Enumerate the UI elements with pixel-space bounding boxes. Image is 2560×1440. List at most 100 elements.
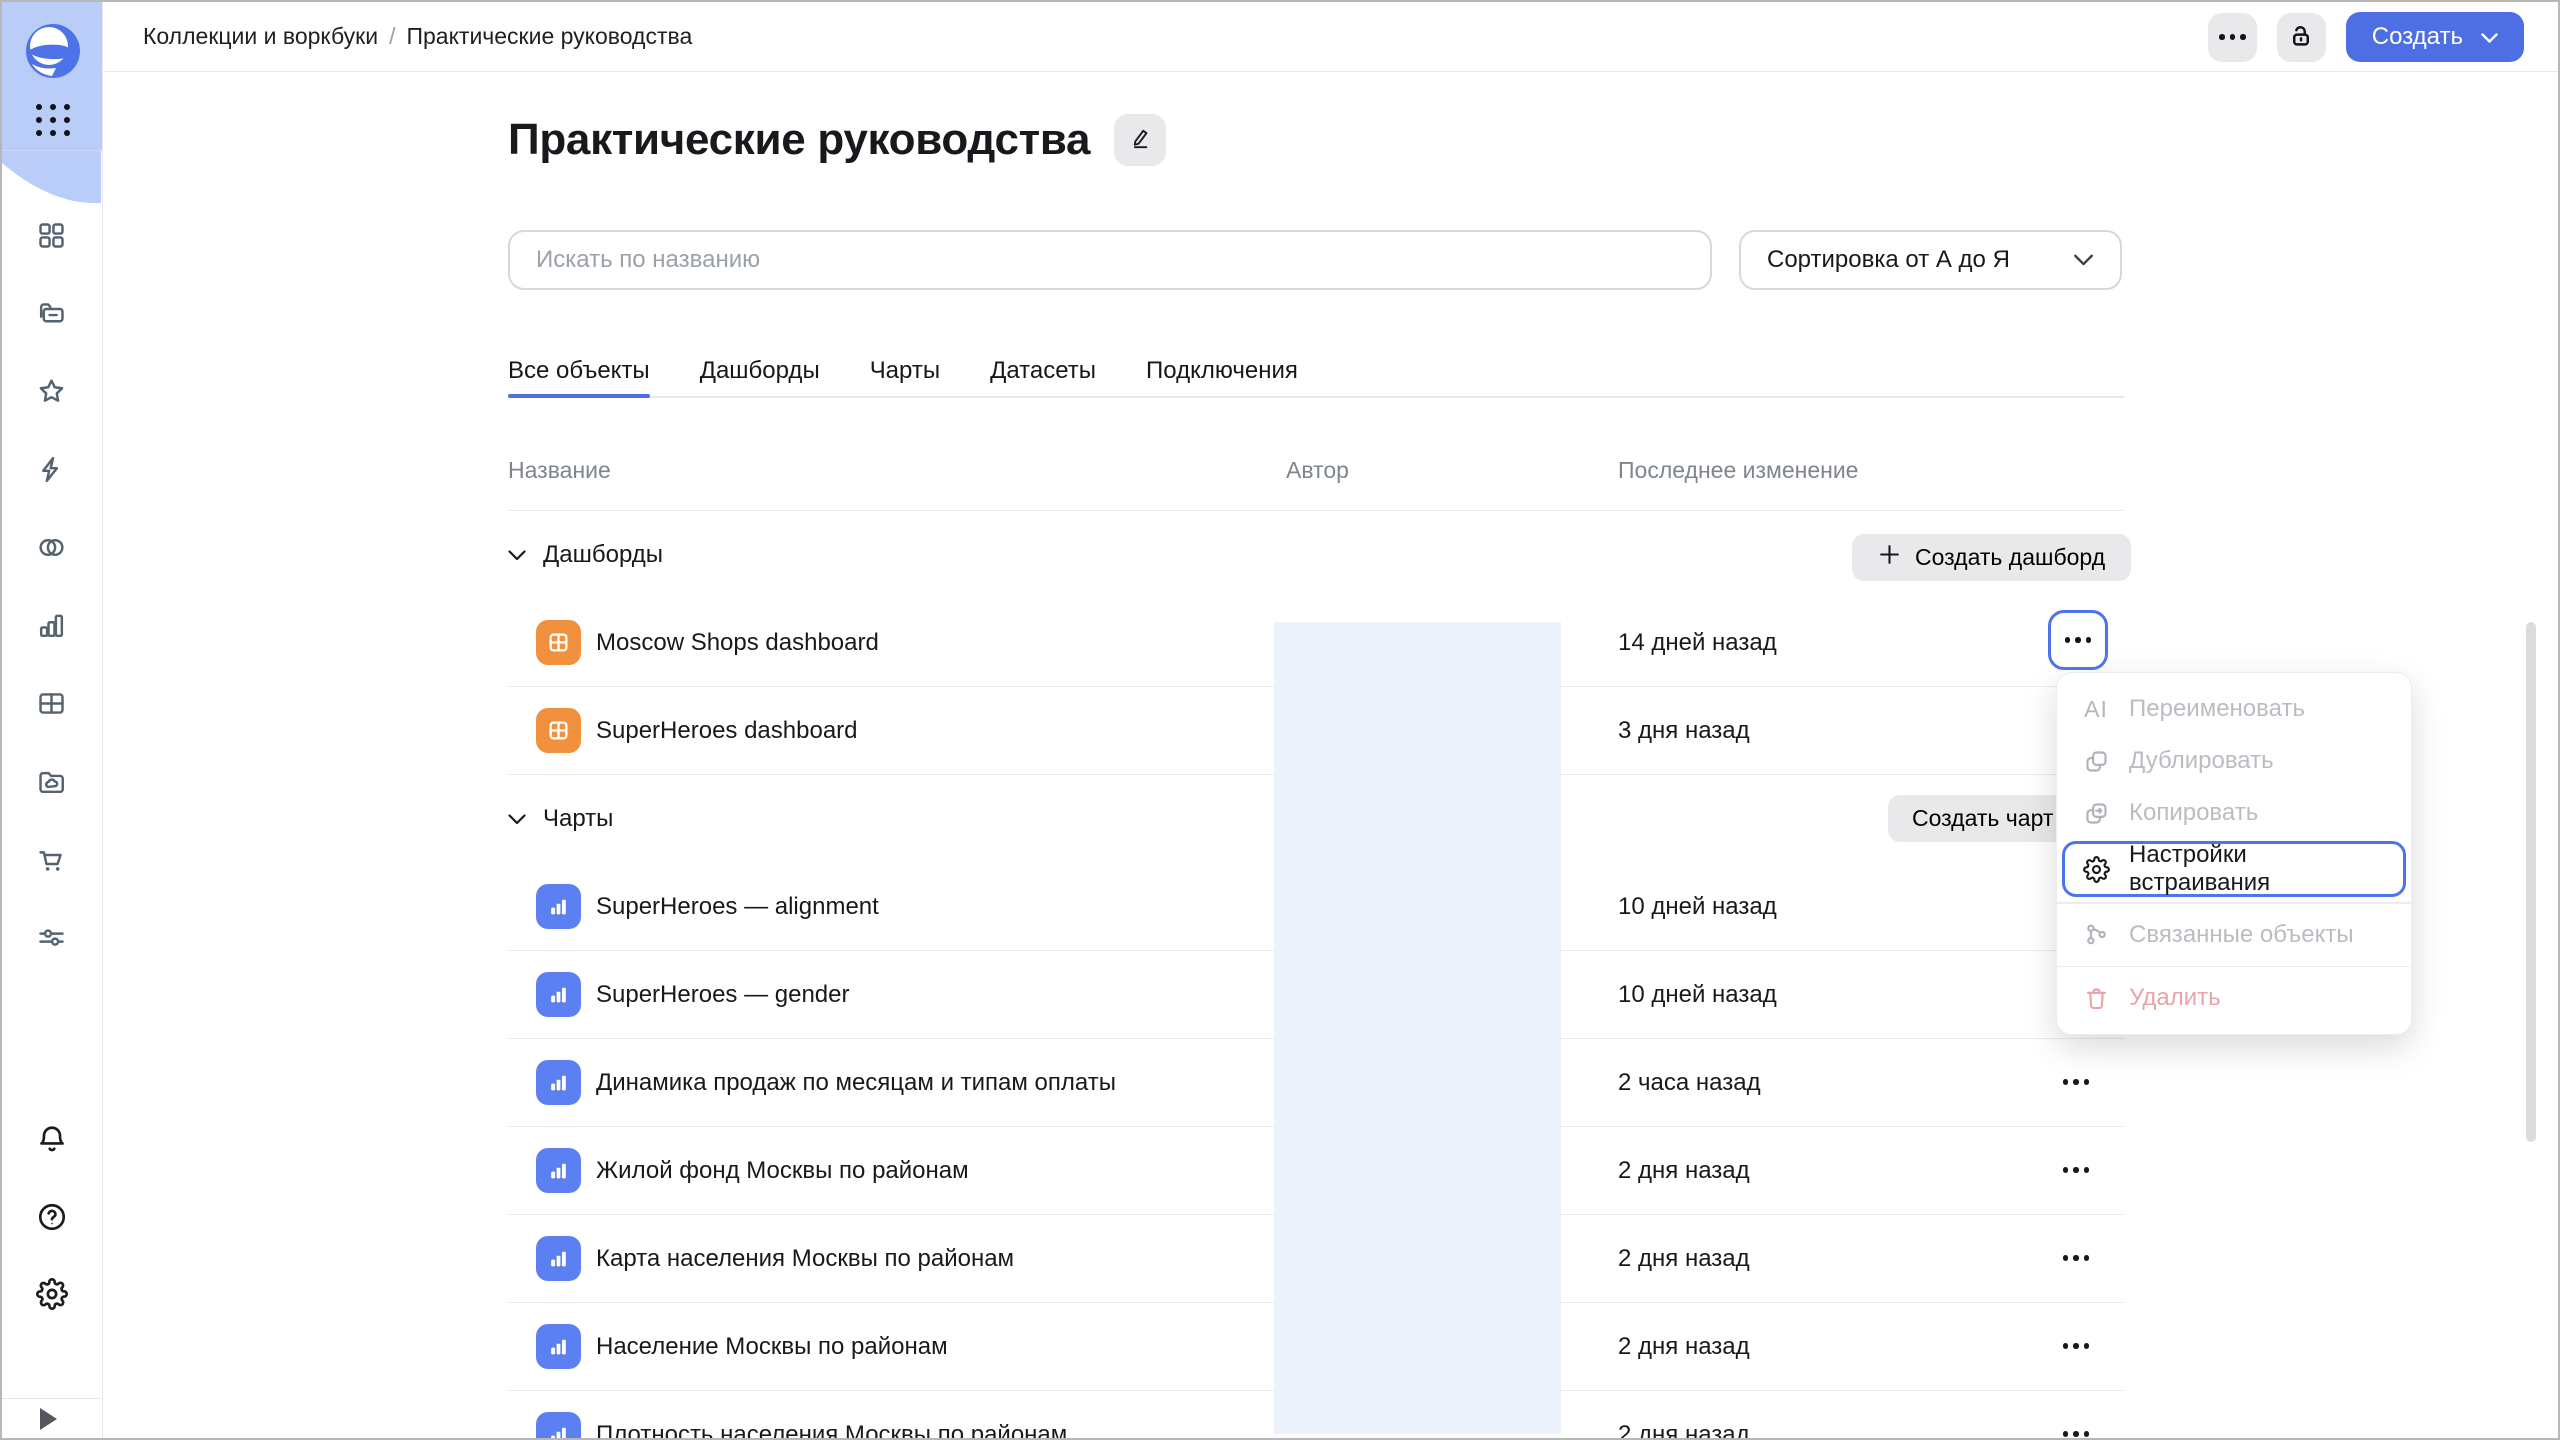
row-actions-button[interactable] xyxy=(2046,1316,2106,1376)
gear-icon[interactable] xyxy=(36,1278,68,1315)
help-icon[interactable] xyxy=(36,1201,68,1238)
tab-all-objects[interactable]: Все объекты xyxy=(508,346,650,396)
trash-icon xyxy=(2081,985,2111,1012)
menu-item-copy[interactable]: Копировать xyxy=(2057,787,2411,839)
create-button-label: Создать xyxy=(2372,23,2463,51)
chart-icon xyxy=(536,1412,581,1440)
chart-icon xyxy=(536,1148,581,1193)
last-modified: 14 дней назад xyxy=(1618,629,1777,657)
logo-wave-shape xyxy=(2,151,101,207)
breadcrumb-parent-link[interactable]: Коллекции и воркбуки xyxy=(143,23,378,50)
plus-icon xyxy=(1878,543,1901,572)
bar-chart-icon[interactable] xyxy=(36,610,67,646)
menu-item-label: Настройки встраивания xyxy=(2129,841,2386,897)
lightning-icon[interactable] xyxy=(36,454,67,490)
chevron-down-icon xyxy=(2481,23,2498,51)
row-actions-button[interactable] xyxy=(2046,1140,2106,1200)
page-title: Практические руководства xyxy=(508,115,1090,165)
menu-item-label: Дублировать xyxy=(2129,747,2274,775)
sort-select-value: Сортировка от А до Я xyxy=(1767,246,2010,274)
chart-icon xyxy=(536,1236,581,1281)
object-name[interactable]: Плотность населения Москвы по районам xyxy=(596,1421,1067,1440)
tab-charts[interactable]: Чарты xyxy=(870,346,940,396)
row-actions-button[interactable] xyxy=(2046,1052,2106,1112)
section-label: Дашборды xyxy=(543,541,663,569)
cloud-folder-icon[interactable] xyxy=(36,766,67,802)
more-actions-button[interactable] xyxy=(2208,13,2257,62)
create-chart-label: Создать чарт xyxy=(1912,805,2053,832)
section-dashboards[interactable]: Дашборды Создать дашборд xyxy=(508,511,2124,599)
collections-icon[interactable] xyxy=(36,298,67,334)
last-modified: 2 дня назад xyxy=(1618,1157,1750,1185)
last-modified: 2 часа назад xyxy=(1618,1069,1761,1097)
gear-icon xyxy=(2082,856,2111,883)
column-header-modified[interactable]: Последнее изменение xyxy=(1618,457,1858,484)
object-name[interactable]: Динамика продаж по месяцам и типам оплат… xyxy=(596,1069,1116,1097)
menu-item-label: Переименовать xyxy=(2129,695,2305,723)
object-name[interactable]: SuperHeroes — gender xyxy=(596,981,849,1009)
access-lock-button[interactable] xyxy=(2277,13,2326,62)
scrollbar-thumb[interactable] xyxy=(2526,622,2536,1142)
title-row: Практические руководства xyxy=(508,114,1166,166)
section-label: Чарты xyxy=(543,805,613,833)
chart-icon xyxy=(536,1060,581,1105)
edit-pencil-icon xyxy=(1128,126,1153,154)
datalens-logo[interactable] xyxy=(26,24,80,78)
menu-item-embed-settings[interactable]: Настройки встраивания xyxy=(2062,841,2406,897)
menu-item-related-objects[interactable]: Связанные объекты xyxy=(2057,909,2411,961)
table-icon[interactable] xyxy=(36,688,67,724)
chart-icon xyxy=(536,1324,581,1369)
create-dashboard-button[interactable]: Создать дашборд xyxy=(1852,534,2131,581)
menu-separator xyxy=(2057,966,2411,968)
object-name[interactable]: SuperHeroes dashboard xyxy=(596,717,858,745)
tab-datasets[interactable]: Датасеты xyxy=(990,346,1096,396)
row-actions-button-focused[interactable] xyxy=(2048,610,2108,670)
last-modified: 10 дней назад xyxy=(1618,893,1777,921)
object-name[interactable]: Жилой фонд Москвы по районам xyxy=(596,1157,969,1185)
object-name[interactable]: Moscow Shops dashboard xyxy=(596,629,879,657)
copy-icon xyxy=(2081,800,2111,827)
menu-item-label: Связанные объекты xyxy=(2129,921,2354,949)
expand-arrow-icon xyxy=(40,1408,57,1430)
object-name[interactable]: Карта населения Москвы по районам xyxy=(596,1245,1014,1273)
star-icon[interactable] xyxy=(36,376,67,412)
sliders-icon[interactable] xyxy=(36,922,67,958)
menu-item-label: Удалить xyxy=(2129,984,2221,1012)
chart-icon xyxy=(536,884,581,929)
column-header-name[interactable]: Название xyxy=(508,457,611,484)
last-modified: 10 дней назад xyxy=(1618,981,1777,1009)
cart-icon[interactable] xyxy=(36,844,67,880)
column-header-author[interactable]: Автор xyxy=(1286,457,1349,484)
tab-dashboards[interactable]: Дашборды xyxy=(700,346,820,396)
row-actions-button[interactable] xyxy=(2046,1228,2106,1288)
create-button[interactable]: Создать xyxy=(2346,12,2524,62)
grid-icon[interactable] xyxy=(36,220,67,256)
sidebar xyxy=(2,2,103,1438)
object-name[interactable]: SuperHeroes — alignment xyxy=(596,893,879,921)
circles-icon[interactable] xyxy=(36,532,67,568)
search-input[interactable] xyxy=(508,230,1712,290)
chart-icon xyxy=(536,972,581,1017)
author-column-overlay xyxy=(1274,622,1561,1434)
sidebar-bottom-nav xyxy=(2,1124,101,1315)
sidebar-expand-bar[interactable] xyxy=(2,1398,101,1438)
logo-area xyxy=(2,2,102,151)
edit-title-button[interactable] xyxy=(1114,114,1166,166)
unlock-icon xyxy=(2287,22,2315,53)
menu-item-delete[interactable]: Удалить xyxy=(2057,972,2411,1024)
topbar: Коллекции и воркбуки / Практические руко… xyxy=(103,2,2558,72)
bell-icon[interactable] xyxy=(36,1124,68,1161)
sort-select[interactable]: Сортировка от А до Я xyxy=(1739,230,2122,290)
menu-item-rename[interactable]: AI Переименовать xyxy=(2057,683,2411,735)
apps-grid-icon[interactable] xyxy=(36,104,70,136)
table-header: Название Автор Последнее изменение xyxy=(508,396,2124,511)
object-name[interactable]: Население Москвы по районам xyxy=(596,1333,948,1361)
last-modified: 3 дня назад xyxy=(1618,717,1750,745)
row-actions-button[interactable] xyxy=(2046,1404,2106,1440)
chevron-down-icon xyxy=(508,550,526,561)
menu-item-duplicate[interactable]: Дублировать xyxy=(2057,735,2411,787)
breadcrumb: Коллекции и воркбуки / Практические руко… xyxy=(143,23,692,50)
tab-connections[interactable]: Подключения xyxy=(1146,346,1298,396)
duplicate-icon xyxy=(2081,748,2111,775)
sidebar-nav xyxy=(2,220,101,958)
